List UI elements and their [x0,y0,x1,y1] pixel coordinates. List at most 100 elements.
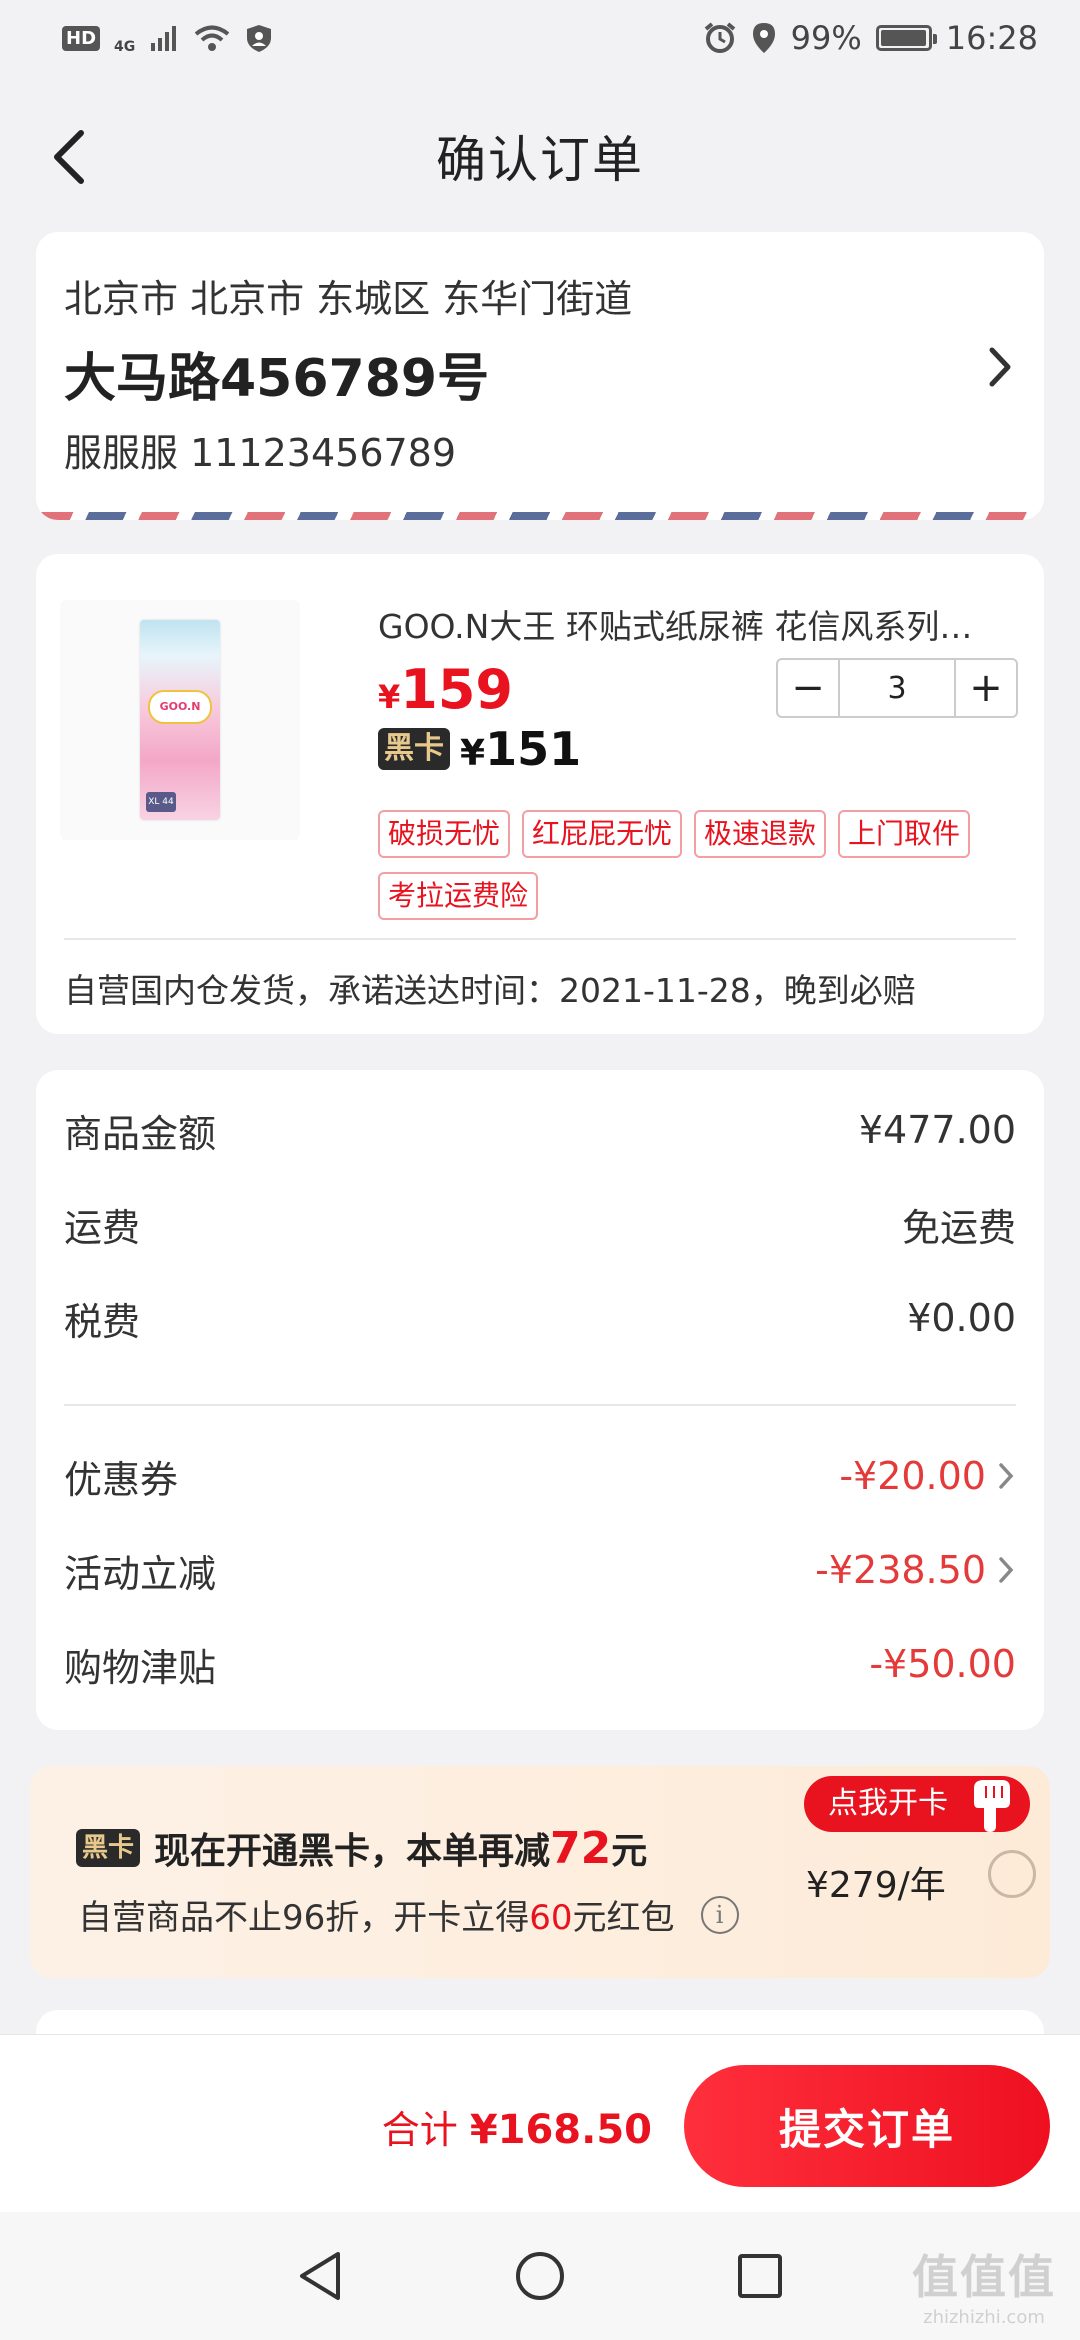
summary-label: 购物津贴 [64,1645,217,1690]
summary-row-shipping: 运费 免运费 [64,1194,1016,1254]
summary-label: 运费 [64,1205,141,1250]
battery-fill [880,30,927,46]
summary-value: 免运费 [901,1205,1016,1250]
service-tag: 上门取件 [838,810,971,858]
service-tags: 破损无忧 红屁屁无忧 极速退款 上门取件 考拉运费险 [378,810,1018,920]
watermark: 值值值 zhizhizhi.com [912,2241,1056,2328]
chevron-right-icon [999,1557,1014,1583]
summary-label: 税费 [64,1299,141,1344]
price-summary-card: 商品金额 ¥477.00 运费 免运费 税费 ¥0.00 优惠券 -¥20.00… [36,1070,1044,1730]
pack-size: XL 44 [146,792,176,812]
page-header: 确认订单 [0,76,1080,236]
submit-order-button[interactable]: 提交订单 [684,2065,1050,2187]
subline-prefix: 自营商品不止96折，开卡立得 [78,1898,530,1938]
location-icon [752,23,775,53]
pack-logo: GOO.N [148,690,212,724]
summary-row-subtotal: 商品金额 ¥477.00 [64,1100,1016,1160]
clock: 16:28 [945,19,1038,57]
vip-price-symbol: ¥ [460,733,486,774]
black-card-price: ¥279/年 [806,1865,946,1906]
quantity-stepper: − 3 + [776,658,1018,718]
headline-amount: 72 [550,1823,612,1874]
address-street: 大马路456789号 [64,349,490,409]
status-left: HD 4G [62,21,273,55]
product-card: GOO.N XL 44 GOO.N大王 环贴式纸尿裤 花信风系列… ¥159 黑… [36,554,1044,1034]
service-tag: 红屁屁无忧 [522,810,683,858]
pointing-hand-icon [974,1780,1010,1832]
watermark-logo: 值值值 [912,2250,1056,2304]
headline-suffix: 元 [611,1831,648,1872]
signal-icon [151,26,177,51]
wifi-icon [194,25,230,51]
circle-home-icon [516,2252,564,2300]
product-image[interactable]: GOO.N XL 44 [60,600,300,840]
nav-home-button[interactable] [510,2246,570,2306]
vip-badge: 黑卡 [378,728,450,770]
open-card-label: 点我开卡 [828,1786,948,1821]
open-card-bubble[interactable]: 点我开卡 [804,1776,1030,1832]
chevron-right-icon [989,347,1011,387]
vip-price-row: 黑卡 ¥151 [378,722,581,776]
status-right: 99% 16:28 [703,19,1038,57]
summary-value: -¥238.50 [815,1548,1016,1592]
black-card-headline: 黑卡 现在开通黑卡，本单再减72元 [76,1822,647,1874]
summary-value: ¥0.00 [907,1296,1016,1340]
black-card-subline-text: 自营商品不止96折，开卡立得60元红包 [78,1890,675,1939]
triangle-back-icon [300,2252,340,2300]
summary-row-tax: 税费 ¥0.00 [64,1288,1016,1348]
summary-value: -¥20.00 [839,1454,1016,1498]
airmail-border [36,512,1044,520]
black-card-badge: 黑卡 [76,1829,141,1867]
vip-price: ¥151 [460,722,581,776]
back-button[interactable] [34,122,104,192]
summary-row-allowance: 购物津贴 -¥50.00 [64,1634,1016,1694]
diaper-pack-image: GOO.N XL 44 [140,620,220,820]
service-tag: 破损无忧 [378,810,511,858]
battery-icon [875,25,937,51]
page-title: 确认订单 [436,131,644,189]
status-bar: HD 4G 99% 16:28 [0,0,1080,76]
summary-value: -¥50.00 [869,1642,1016,1686]
nav-back-button[interactable] [290,2246,350,2306]
network-type: 4G [114,39,136,55]
decrement-button[interactable]: − [778,660,838,716]
vip-price-value: 151 [485,722,582,776]
summary-value: ¥477.00 [858,1108,1016,1152]
black-card-banner[interactable]: 黑卡 现在开通黑卡，本单再减72元 自营商品不止96折，开卡立得60元红包 i … [30,1766,1050,1978]
divider [64,1404,1016,1406]
chevron-right-icon [999,1463,1014,1489]
checkout-bar: 合计 ¥168.50 提交订单 [0,2034,1080,2212]
summary-label: 活动立减 [64,1551,217,1596]
product-title[interactable]: GOO.N大王 环贴式纸尿裤 花信风系列… [378,600,1018,648]
increment-button[interactable]: + [956,660,1016,716]
summary-label: 优惠券 [64,1457,179,1502]
service-tag: 考拉运费险 [378,872,539,920]
black-card-radio[interactable] [988,1850,1036,1898]
subline-suffix: 元红包 [572,1898,675,1938]
summary-label: 商品金额 [64,1111,217,1156]
address-card[interactable]: 北京市 北京市 东城区 东华门街道 大马路456789号 服服服 1112345… [36,232,1044,520]
address-region: 北京市 北京市 东城区 东华门街道 [64,277,633,321]
hd-icon: HD [62,25,101,51]
price-symbol: ¥ [378,678,401,716]
watermark-url: zhizhizhi.com [923,2307,1045,2328]
alarm-icon [704,22,735,53]
coupon-value: -¥20.00 [839,1454,986,1498]
summary-row-promotion[interactable]: 活动立减 -¥238.50 [64,1540,1016,1600]
divider [64,938,1016,940]
product-price: ¥159 [378,658,513,721]
address-recipient: 服服服 11123456789 [64,431,457,475]
square-recents-icon [738,2254,782,2298]
price-value: 159 [400,658,513,721]
service-tag: 极速退款 [694,810,827,858]
shield-icon [247,25,272,52]
quantity-value[interactable]: 3 [838,660,956,716]
nav-recents-button[interactable] [730,2246,790,2306]
black-card-subline: 自营商品不止96折，开卡立得60元红包 i [78,1890,739,1939]
subline-amount: 60 [529,1898,573,1938]
info-icon[interactable]: i [700,1895,739,1934]
summary-row-coupon[interactable]: 优惠券 -¥20.00 [64,1446,1016,1506]
headline-prefix: 现在开通黑卡，本单再减 [154,1831,551,1872]
black-card-headline-text: 现在开通黑卡，本单再减72元 [154,1822,647,1874]
order-total: 合计 ¥168.50 [382,2099,652,2154]
